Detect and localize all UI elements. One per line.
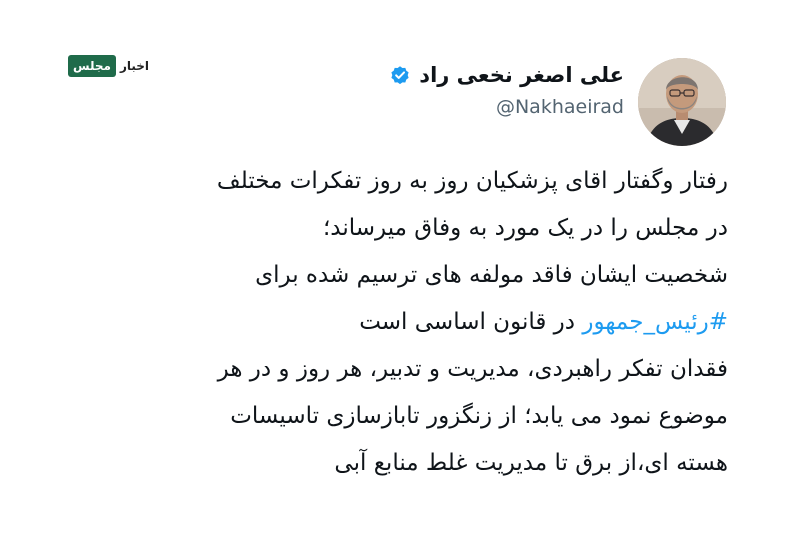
tweet-screenshot: اخبار مجلس علی اصغر نخعی راد @Nakhaeirad… — [0, 0, 800, 533]
tweet-line-4-text: در قانون اساسی است — [359, 309, 583, 335]
tweet-text: رفتار وگفتار اقای پزشکیان روز به روز تفک… — [68, 158, 728, 487]
verified-badge-icon — [389, 64, 411, 86]
author-identity: علی اصغر نخعی راد @Nakhaeirad — [389, 58, 624, 118]
tweet-line-5: فقدان تفکر راهبردی، مدیریت و تدبیر، هر ر… — [217, 356, 728, 382]
tweet-header: علی اصغر نخعی راد @Nakhaeirad — [389, 58, 726, 148]
tweet-line-2: در مجلس را در یک مورد به وفاق میرساند؛ — [322, 215, 728, 241]
tweet-line-3: شخصیت ایشان فاقد مولفه های ترسیم شده برا… — [255, 262, 728, 288]
hashtag-link[interactable]: #رئیس_جمهور — [582, 309, 728, 335]
logo-word: اخبار — [119, 59, 150, 73]
logo-box: مجلس — [68, 55, 116, 77]
tweet-line-4: #رئیس_جمهور در قانون اساسی است — [68, 299, 728, 346]
tweet-line-6: موضوع نمود می یابد؛ از زنگزور تابازسازی … — [230, 403, 728, 429]
display-name[interactable]: علی اصغر نخعی راد — [419, 63, 624, 87]
author-handle[interactable]: @Nakhaeirad — [389, 96, 624, 118]
avatar[interactable] — [638, 58, 726, 146]
avatar-portrait-icon — [638, 58, 726, 146]
tweet-line-1: رفتار وگفتار اقای پزشکیان روز به روز تفک… — [216, 168, 728, 194]
name-row: علی اصغر نخعی راد — [389, 60, 624, 90]
akhbar-majles-logo: اخبار مجلس — [68, 55, 153, 77]
tweet-line-7: هسته ای،از برق تا مدیریت غلط منابع آبی — [334, 450, 728, 476]
